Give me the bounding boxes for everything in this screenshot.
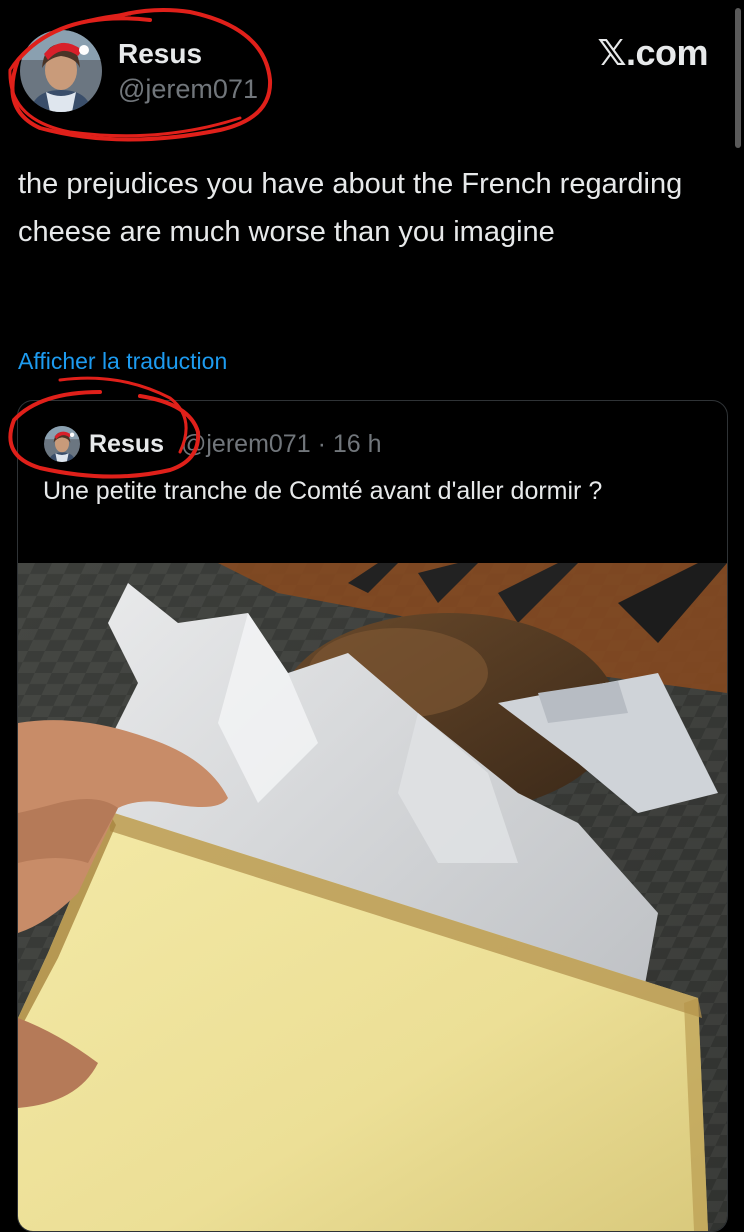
meta-separator: · xyxy=(317,430,326,458)
quoted-author-name[interactable]: Resus xyxy=(89,430,164,459)
quoted-tweet[interactable]: Resus @jerem071 · 16 h Une petite tranch… xyxy=(17,400,728,1232)
author-name[interactable]: Resus xyxy=(118,38,202,70)
author-handle[interactable]: @jerem071 xyxy=(118,74,258,105)
avatar-photo-icon xyxy=(44,426,80,462)
show-translation-link[interactable]: Afficher la traduction xyxy=(18,348,227,375)
tweet-text: the prejudices you have about the French… xyxy=(18,168,683,248)
quoted-tweet-time[interactable]: 16 h xyxy=(333,430,382,458)
avatar-photo-icon xyxy=(20,30,102,112)
cheese-photo[interactable] xyxy=(18,563,727,1231)
quoted-author-handle[interactable]: @jerem071 xyxy=(181,430,311,458)
x-logo-icon: 𝕏.com xyxy=(597,32,708,73)
quoted-tweet-meta: @jerem071 · 16 h xyxy=(181,430,382,459)
quoted-author-avatar[interactable] xyxy=(44,426,80,462)
scrollbar[interactable] xyxy=(735,8,741,148)
author-avatar[interactable] xyxy=(20,30,102,112)
quoted-tweet-text: Une petite tranche de Comté avant d'alle… xyxy=(43,477,603,505)
